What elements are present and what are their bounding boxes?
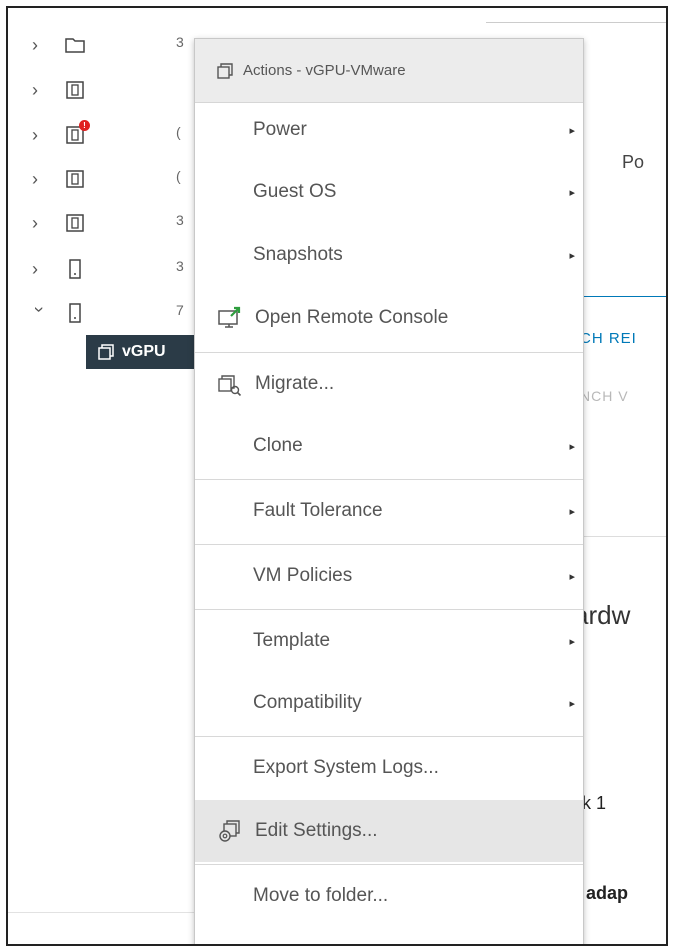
menu-item-snapshots[interactable]: Snapshots ▸: [195, 224, 583, 286]
submenu-arrow-icon: ▸: [569, 697, 575, 710]
hard-disk-label: k 1: [582, 793, 607, 813]
panel-top-border: [486, 22, 666, 23]
menu-item-label: VM Policies: [253, 565, 353, 586]
chevron-right-icon[interactable]: ›: [32, 213, 52, 234]
menu-item-open-remote-console[interactable]: Open Remote Console: [195, 287, 583, 349]
menu-item-label: Open Remote Console: [255, 307, 449, 328]
alert-badge-icon: !: [79, 120, 90, 131]
server-icon: [64, 302, 86, 324]
launch-remote-console-button[interactable]: CH REI: [580, 330, 637, 347]
remote-console-icon: [217, 306, 243, 330]
menu-header: Actions - vGPU-VMware: [195, 39, 583, 103]
menu-item-label: Migrate...: [255, 373, 335, 394]
menu-item-export-system-logs[interactable]: Export System Logs...: [195, 737, 583, 799]
menu-item-vm-policies[interactable]: VM Policies ▸: [195, 545, 583, 607]
menu-item-label: Power: [253, 119, 307, 140]
tree-row-host[interactable]: ›: [32, 164, 86, 194]
menu-item-compatibility[interactable]: Compatibility ▸: [195, 672, 583, 734]
submenu-arrow-icon: ▸: [569, 505, 575, 518]
menu-item-power[interactable]: Power ▸: [195, 99, 583, 161]
tree-label-truncated: 7: [176, 302, 184, 318]
menu-item-migrate[interactable]: Migrate...: [195, 353, 583, 415]
chevron-right-icon[interactable]: ›: [32, 35, 52, 56]
menu-item-label: Compatibility: [253, 692, 362, 713]
submenu-arrow-icon: ▸: [569, 440, 575, 453]
bottom-divider: [8, 912, 198, 913]
network-adapter-label: adap: [586, 883, 629, 903]
tree-label-truncated: 3: [176, 258, 184, 274]
chevron-right-icon[interactable]: ›: [32, 125, 52, 146]
menu-item-label: Edit Settings...: [255, 820, 378, 841]
menu-item-label: Clone: [253, 435, 303, 456]
menu-item-label: Template: [253, 630, 331, 651]
vm-icon: [215, 61, 235, 81]
menu-item-label: Export System Logs...: [253, 757, 439, 778]
tree-row-host[interactable]: ›: [32, 75, 86, 105]
submenu-arrow-icon: ▸: [569, 124, 575, 137]
edit-settings-icon: [217, 819, 243, 843]
vm-icon: [96, 342, 116, 362]
menu-item-label: Fault Tolerance: [253, 500, 383, 521]
section-divider: [576, 536, 666, 537]
host-icon: [64, 212, 86, 234]
tree-row-server[interactable]: ›: [32, 254, 86, 284]
menu-item-label: Move to folder...: [253, 885, 389, 906]
menu-item-guest-os[interactable]: Guest OS ▸: [195, 161, 583, 223]
menu-item-edit-settings[interactable]: Edit Settings...: [195, 800, 583, 862]
tree-row-host-alert[interactable]: › !: [32, 120, 90, 150]
chevron-down-icon[interactable]: ›: [29, 306, 50, 320]
host-icon: [64, 168, 86, 190]
tree-row-folder[interactable]: ›: [32, 30, 86, 60]
server-icon: [64, 258, 86, 280]
actions-context-menu: Actions - vGPU-VMware Power ▸ Guest OS ▸…: [194, 38, 584, 944]
menu-item-label: Snapshots: [253, 244, 343, 265]
migrate-icon: [217, 372, 243, 397]
submenu-arrow-icon: ▸: [569, 635, 575, 648]
tree-label-truncated: 3: [176, 212, 184, 228]
tree-row-host[interactable]: ›: [32, 208, 86, 238]
menu-item-template[interactable]: Template ▸: [195, 610, 583, 672]
menu-item-move-to-folder[interactable]: Move to folder...: [195, 865, 583, 927]
chevron-right-icon[interactable]: ›: [32, 80, 52, 101]
launch-web-console-button[interactable]: NCH V: [580, 388, 629, 404]
screenshot-frame: › › › ! › › › › 3 ((3 3 7 vGPU Po CH R…: [6, 6, 668, 946]
menu-item-label: Guest OS: [253, 181, 337, 202]
tree-label-truncated: (: [176, 124, 181, 140]
tree-label-truncated: (: [176, 168, 181, 184]
submenu-arrow-icon: ▸: [569, 249, 575, 262]
chevron-right-icon[interactable]: ›: [32, 259, 52, 280]
power-state-label: Po: [622, 152, 645, 172]
host-alert-icon: !: [64, 120, 90, 146]
menu-item-fault-tolerance[interactable]: Fault Tolerance ▸: [195, 480, 583, 542]
tab-underline: [576, 296, 666, 297]
menu-item-clone[interactable]: Clone ▸: [195, 415, 583, 477]
submenu-arrow-icon: ▸: [569, 186, 575, 199]
tree-item-selected-vm[interactable]: vGPU: [86, 335, 196, 369]
submenu-arrow-icon: ▸: [569, 570, 575, 583]
chevron-right-icon[interactable]: ›: [32, 169, 52, 190]
tree-label-truncated: 3: [176, 34, 184, 50]
host-icon: [64, 79, 86, 101]
selected-vm-label: vGPU: [122, 343, 166, 360]
folder-icon: [64, 34, 86, 56]
tree-row-server-expanded[interactable]: ›: [29, 298, 86, 328]
menu-header-title: Actions - vGPU-VMware: [243, 62, 406, 79]
